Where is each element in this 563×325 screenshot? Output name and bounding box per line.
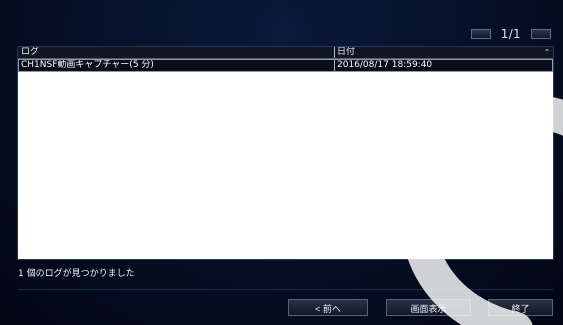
display-button[interactable]: 画面表示: [386, 299, 471, 316]
page-indicator: 1/1: [500, 27, 521, 41]
previous-button[interactable]: < 前へ: [288, 299, 368, 316]
table-header: ログ 日付 ⌃: [18, 47, 553, 59]
log-table: ログ 日付 ⌃ CH1NSF動画キャプチャー(5 分) 2016/08/17 1…: [17, 46, 554, 260]
close-button[interactable]: 終了: [488, 299, 553, 316]
table-row[interactable]: CH1NSF動画キャプチャー(5 分) 2016/08/17 18:59:40: [18, 59, 553, 72]
log-date: 2016/08/17 18:59:40: [334, 59, 541, 71]
pager: 1/1: [470, 27, 551, 41]
page-prev-icon[interactable]: [470, 29, 491, 39]
page-next-icon[interactable]: [531, 29, 551, 39]
date-column-header[interactable]: 日付: [334, 47, 541, 58]
row-spacer: [541, 59, 553, 71]
log-entry: CH1NSF動画キャプチャー(5 分): [21, 60, 154, 70]
log-search-screen: 1/1 ログ 日付 ⌃ CH1NSF動画キャプチャー(5 分) 2016/08/…: [0, 0, 563, 325]
sort-toggle-icon[interactable]: ⌃: [541, 47, 553, 58]
log-column-header[interactable]: ログ: [18, 47, 334, 58]
bottom-divider: [18, 289, 553, 290]
search-status: 1 個のログが見つかりました: [18, 269, 135, 279]
